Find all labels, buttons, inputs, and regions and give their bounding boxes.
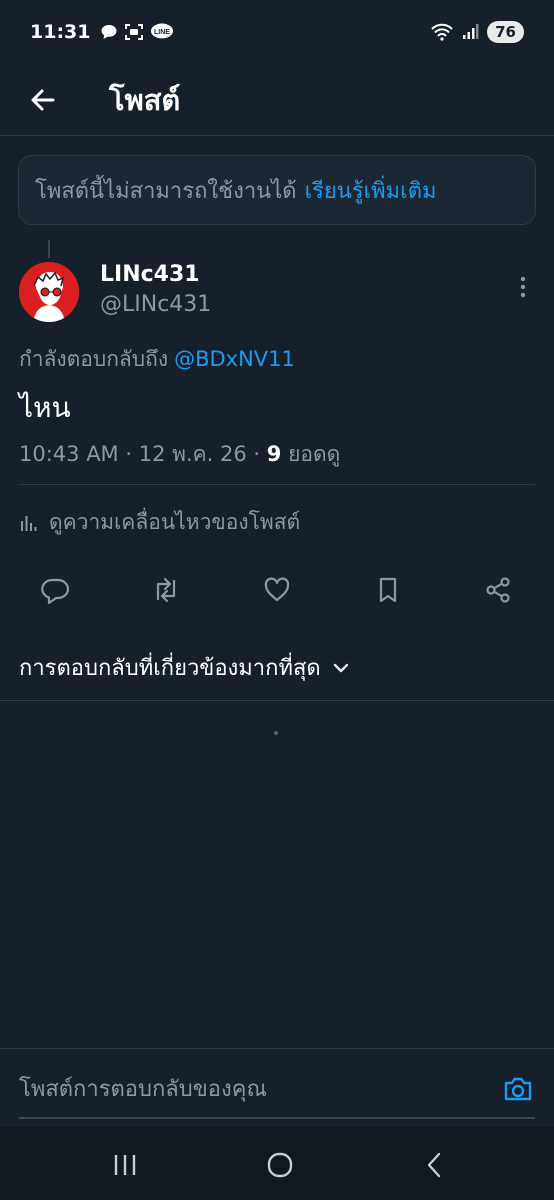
reply-mention-link[interactable]: @BDxNV11: [174, 347, 295, 371]
display-name[interactable]: LINc431: [100, 262, 200, 287]
post-timestamp: 10:43 AM · 12 พ.ค. 26 ·: [19, 442, 267, 466]
replying-to-label: กำลังตอบกลับถึง: [19, 347, 169, 371]
status-time: 11:31: [30, 21, 91, 43]
post-meta: 10:43 AM · 12 พ.ค. 26 · 9 ยอดดู: [19, 438, 340, 471]
page-title: โพสต์: [109, 82, 181, 117]
more-options-button[interactable]: [508, 272, 538, 302]
views-label: ยอดดู: [281, 442, 341, 466]
more-vertical-icon: [520, 276, 526, 298]
top-app-bar: โพสต์: [0, 64, 554, 136]
thread-connector: [48, 240, 50, 258]
wifi-icon: [431, 23, 453, 41]
reply-input[interactable]: [19, 1069, 489, 1109]
reply-button[interactable]: [33, 568, 77, 612]
chevron-down-icon: [333, 663, 348, 672]
comment-icon: [41, 578, 70, 605]
repost-icon: [156, 577, 176, 603]
home-circle-icon: [267, 1152, 293, 1178]
share-icon: [486, 577, 510, 603]
repost-button[interactable]: [144, 568, 188, 612]
bar-chart-icon: [21, 515, 37, 531]
views-count: 9: [266, 442, 282, 466]
loading-indicator: [274, 731, 278, 735]
avatar-image: [19, 262, 79, 322]
reply-sort-label: การตอบกลับที่เกี่ยวข้องมากที่สุด: [19, 656, 321, 681]
unavailable-post-notice: โพสต์นี้ไม่สามารถใช้งานได้ เรียนรู้เพิ่ม…: [18, 155, 536, 225]
scan-icon: [125, 24, 144, 40]
engagements-label: ดูความเคลื่อนไหวของโพสต์: [49, 510, 301, 534]
camera-button[interactable]: [500, 1071, 536, 1107]
reply-composer: [0, 1048, 554, 1128]
replying-to: กำลังตอบกลับถึง @BDxNV11: [19, 343, 295, 376]
status-bar: 11:31 LINE 76: [0, 0, 554, 64]
avatar[interactable]: [19, 262, 79, 322]
signal-icon: [463, 24, 479, 39]
svg-text:LINE: LINE: [155, 29, 171, 36]
bookmark-button[interactable]: [366, 568, 410, 612]
learn-more-link[interactable]: เรียนรู้เพิ่มเติม: [305, 173, 437, 208]
notice-text: โพสต์นี้ไม่สามารถใช้งานได้: [35, 178, 297, 204]
back-button[interactable]: [15, 72, 71, 128]
divider: [0, 700, 554, 701]
chevron-left-icon: [427, 1152, 441, 1178]
home-button[interactable]: [260, 1145, 300, 1185]
view-post-engagements[interactable]: ดูความเคลื่อนไหวของโพสต์: [19, 506, 300, 539]
input-underline: [19, 1117, 535, 1119]
post-text: ไหน: [19, 391, 71, 424]
recent-apps-icon: [114, 1155, 136, 1175]
share-button[interactable]: [476, 568, 520, 612]
heart-icon: [264, 577, 290, 602]
chat-bubble-icon: [101, 25, 117, 39]
system-back-button[interactable]: [414, 1145, 454, 1185]
like-button[interactable]: [255, 568, 299, 612]
arrow-left-icon: [31, 89, 55, 110]
post-action-bar: [0, 568, 554, 612]
recent-apps-button[interactable]: [105, 1145, 145, 1185]
battery-indicator: 76: [487, 21, 524, 43]
line-app-icon: LINE: [151, 23, 174, 39]
system-navigation-bar: [0, 1127, 554, 1200]
notification-icons: LINE: [100, 23, 174, 41]
user-handle[interactable]: @LINc431: [100, 292, 211, 317]
reply-sort-dropdown[interactable]: การตอบกลับที่เกี่ยวข้องมากที่สุด: [19, 650, 349, 685]
divider: [19, 484, 535, 485]
bookmark-icon: [379, 577, 397, 603]
status-right: 76: [431, 21, 524, 43]
camera-icon: [504, 1077, 532, 1101]
